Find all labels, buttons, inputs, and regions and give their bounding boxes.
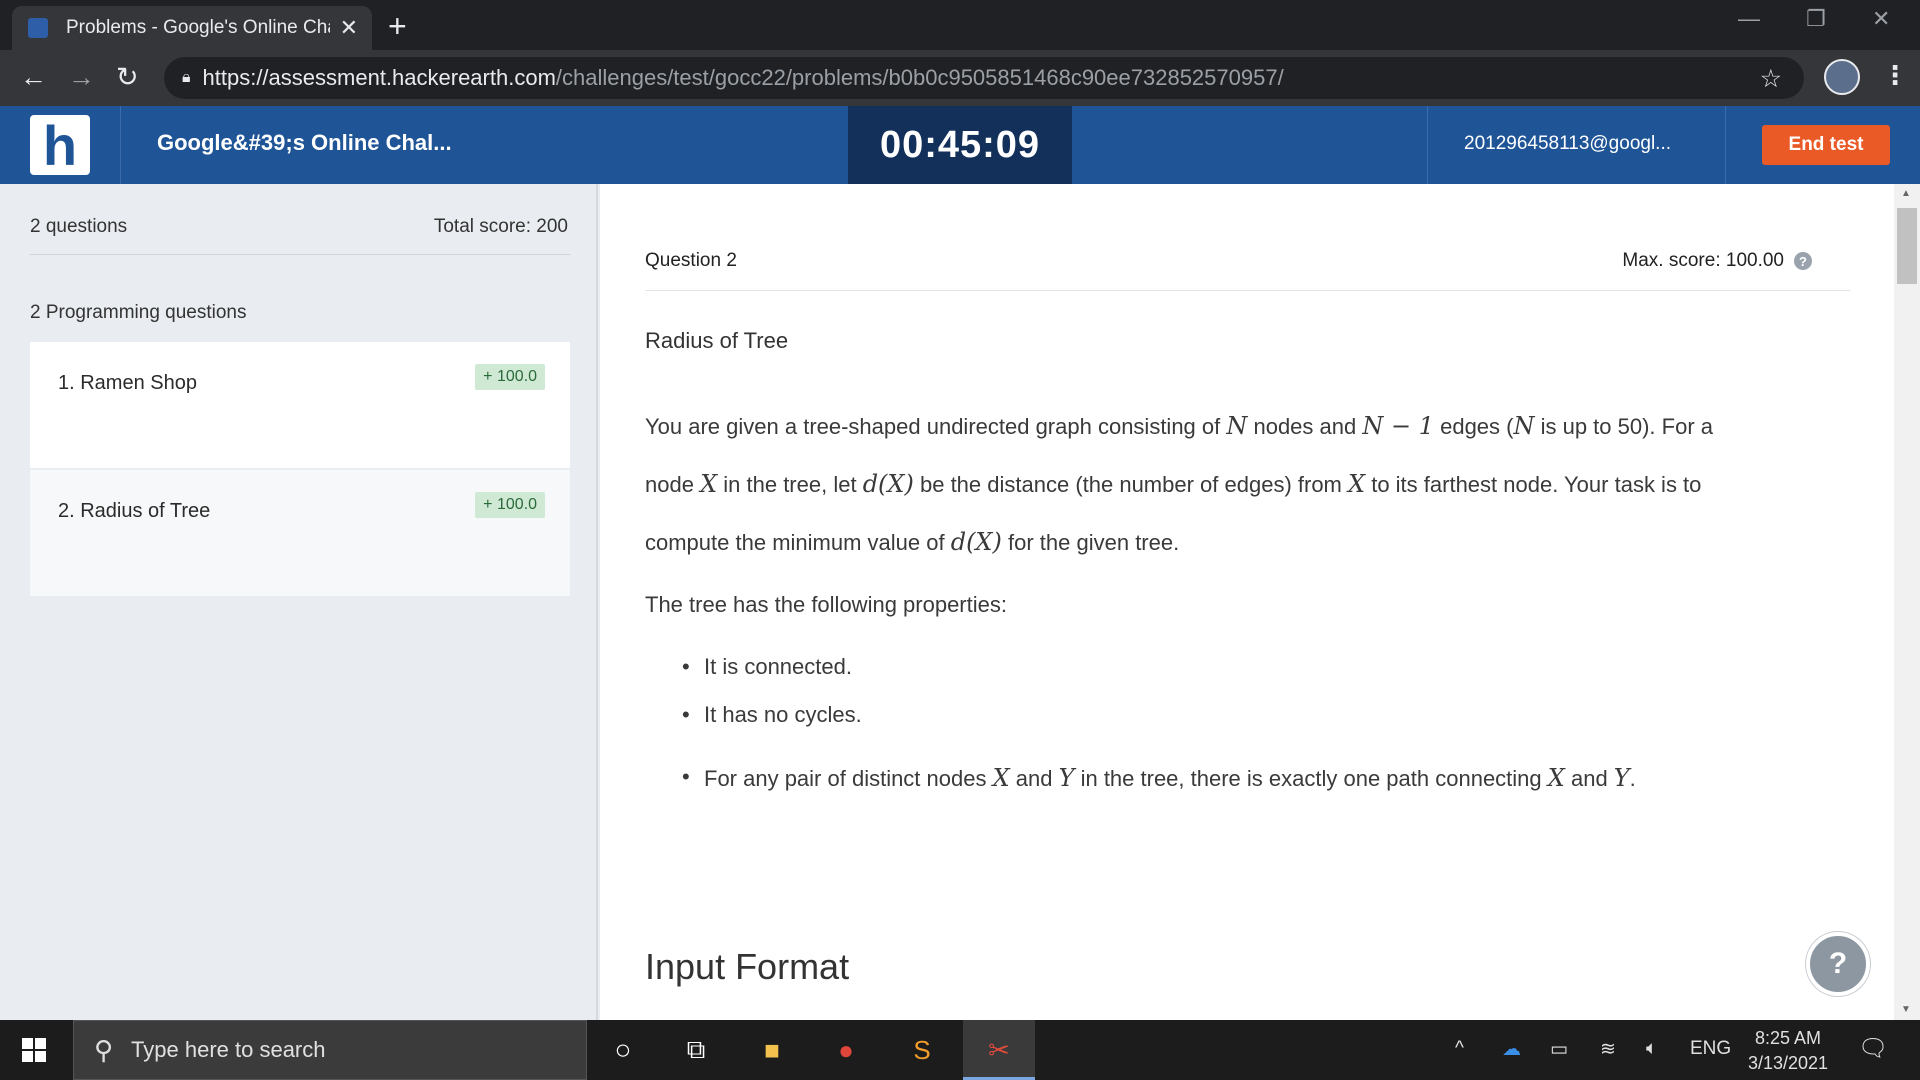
- forward-arrow-icon[interactable]: →: [68, 62, 95, 93]
- task-view-icon[interactable]: ⧉: [680, 1034, 712, 1066]
- divider: [645, 290, 1850, 291]
- properties-intro: The tree has the following properties:: [645, 592, 1007, 617]
- help-icon[interactable]: ?: [1794, 252, 1812, 270]
- score-badge: + 100.0: [475, 492, 545, 518]
- language-indicator[interactable]: ENG: [1690, 1038, 1731, 1060]
- show-hidden-icons-icon[interactable]: ^: [1455, 1038, 1464, 1060]
- search-icon: ⚲: [94, 1034, 114, 1065]
- header-divider: [1427, 106, 1428, 184]
- taskbar-search-input[interactable]: ⚲ Type here to search: [73, 1020, 587, 1080]
- chrome-icon[interactable]: ●: [830, 1034, 862, 1066]
- url-host: https://assessment.hackerearth.com: [202, 65, 556, 90]
- cortana-icon[interactable]: ○: [607, 1034, 639, 1066]
- question-item-ramen-shop[interactable]: 1. Ramen Shop + 100.0: [30, 342, 570, 468]
- wifi-icon[interactable]: ≋: [1600, 1038, 1616, 1061]
- score-badge: + 100.0: [475, 364, 545, 390]
- scrollbar-thumb[interactable]: [1897, 208, 1917, 284]
- scroll-up-icon[interactable]: ▲: [1901, 188, 1911, 199]
- window-close-icon[interactable]: ✕: [1872, 6, 1890, 32]
- reload-icon[interactable]: ↻: [116, 62, 139, 93]
- bookmark-star-icon[interactable]: ☆: [1760, 64, 1782, 94]
- profile-avatar[interactable]: [1824, 59, 1860, 95]
- close-tab-icon[interactable]: ✕: [340, 15, 358, 41]
- question-content: Question 2 Max. score: 100.00 ? Radius o…: [600, 184, 1894, 1020]
- address-bar[interactable]: 🔒︎ https://assessment.hackerearth.com /c…: [164, 57, 1804, 99]
- notifications-icon[interactable]: 🗨︎: [1858, 1034, 1888, 1063]
- question-title: Radius of Tree: [645, 328, 789, 353]
- file-explorer-icon[interactable]: ■: [756, 1034, 788, 1066]
- hackerearth-logo: h: [30, 114, 90, 177]
- battery-icon[interactable]: ▭: [1550, 1038, 1568, 1061]
- test-title: Google&#39;s Online Chal...: [157, 130, 452, 155]
- clock-time: 8:25 AM: [1754, 1028, 1822, 1048]
- user-email: 201296458113@googl...: [1464, 133, 1672, 154]
- back-arrow-icon[interactable]: ←: [20, 62, 47, 93]
- question-item-radius-of-tree[interactable]: 2. Radius of Tree + 100.0: [30, 470, 570, 596]
- lock-icon: 🔒︎: [182, 69, 191, 86]
- windows-start-icon[interactable]: [22, 1038, 46, 1062]
- system-clock[interactable]: 8:25 AM 3/13/2021: [1740, 1026, 1836, 1076]
- minimize-icon[interactable]: —: [1738, 6, 1760, 32]
- countdown-timer: 00:45:09: [848, 106, 1072, 184]
- help-fab-icon[interactable]: ?: [1806, 932, 1870, 996]
- input-format-heading: Input Format: [645, 946, 850, 987]
- onedrive-icon[interactable]: ☁: [1502, 1038, 1521, 1061]
- browser-menu-icon[interactable]: ⋮: [1882, 60, 1908, 91]
- windows-taskbar: ⚲ Type here to search ○ ⧉ ■ ● S ✂ ^ ☁ ▭ …: [0, 1020, 1920, 1080]
- problem-statement-line: You are given a tree-shaped undirected g…: [645, 412, 1714, 440]
- question-sidebar: 2 questions Total score: 200 2 Programmi…: [0, 184, 598, 1020]
- scroll-down-icon[interactable]: ▼: [1901, 1004, 1911, 1015]
- question-count: 2 questions: [30, 216, 128, 237]
- browser-toolbar: ← → ↻ 🔒︎ https://assessment.hackerearth.…: [0, 50, 1920, 106]
- max-score: Max. score: 100.00: [1622, 250, 1784, 271]
- property-bullet: It is connected.: [682, 654, 852, 680]
- end-test-button[interactable]: End test: [1762, 125, 1890, 165]
- property-bullet: For any pair of distinct nodes X and Y i…: [682, 764, 1636, 792]
- section-label: 2 Programming questions: [30, 302, 247, 323]
- url-path: /challenges/test/gocc22/problems/b0b0c95…: [555, 65, 1284, 90]
- clock-date: 3/13/2021: [1747, 1053, 1829, 1073]
- new-tab-icon[interactable]: +: [388, 8, 407, 45]
- search-placeholder: Type here to search: [131, 1037, 326, 1062]
- app-header: h Google&#39;s Online Chal... 00:45:09 2…: [0, 106, 1920, 184]
- question-item-label: 1. Ramen Shop: [58, 372, 197, 394]
- header-divider: [120, 106, 121, 184]
- tab-title: Problems - Google's Online Chall: [66, 17, 330, 38]
- question-number: Question 2: [645, 250, 737, 271]
- header-divider: [1725, 106, 1726, 184]
- total-score: Total score: 200: [433, 216, 568, 237]
- browser-tab[interactable]: Problems - Google's Online Chall ✕: [12, 6, 372, 50]
- browser-tab-bar: Problems - Google's Online Chall ✕ + — ❐…: [0, 0, 1920, 50]
- scrollbar[interactable]: [1894, 184, 1920, 1020]
- question-item-label: 2. Radius of Tree: [58, 500, 211, 522]
- restore-icon[interactable]: ❐: [1806, 6, 1826, 32]
- volume-muted-icon[interactable]: 🔈︎: [1646, 1038, 1657, 1060]
- snipping-tool-icon[interactable]: ✂: [983, 1034, 1015, 1066]
- problem-statement-line: node X in the tree, let d(X) be the dist…: [645, 470, 1702, 498]
- divider: [30, 254, 570, 255]
- property-bullet: It has no cycles.: [682, 702, 862, 728]
- site-favicon-icon: [28, 18, 48, 38]
- sublime-text-icon[interactable]: S: [906, 1034, 938, 1066]
- problem-statement-line: compute the minimum value of d(X) for th…: [645, 528, 1180, 556]
